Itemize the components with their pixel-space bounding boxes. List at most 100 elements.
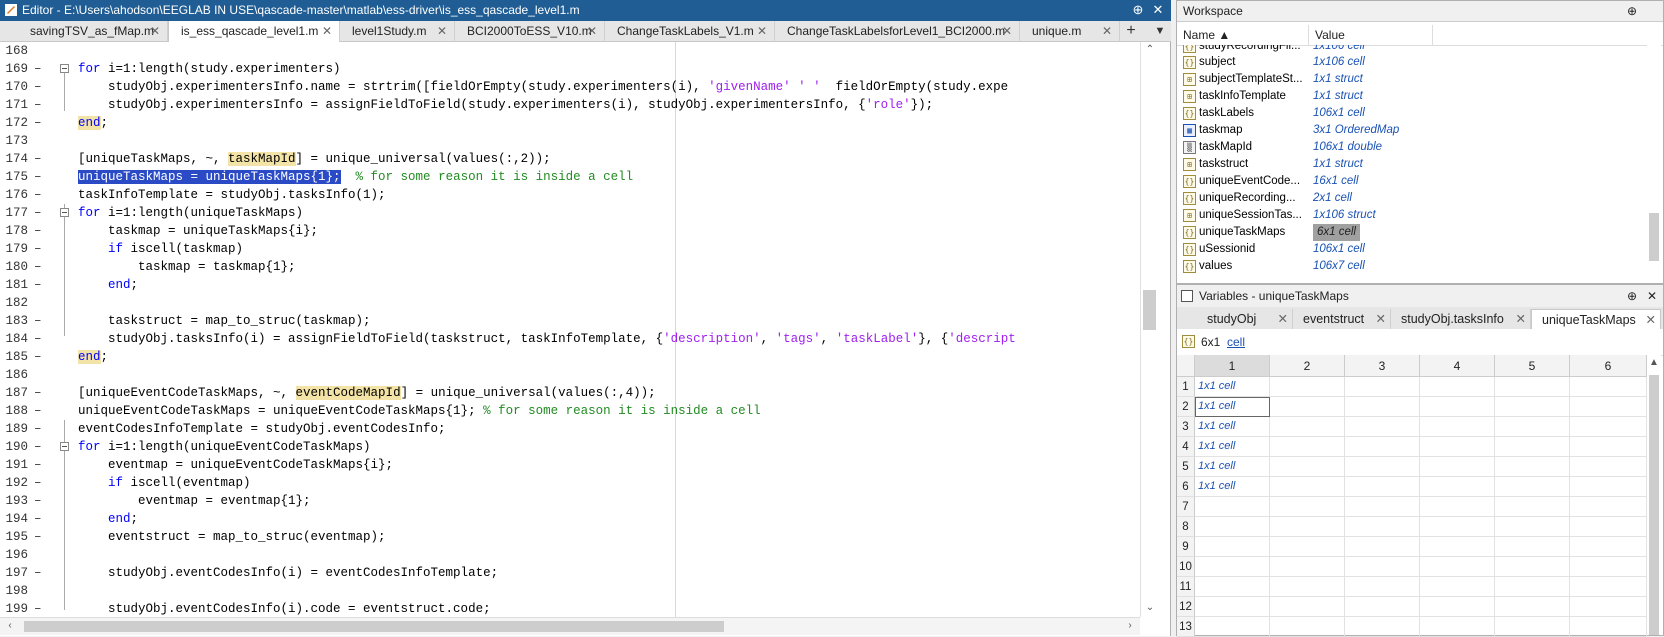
workspace-row[interactable]: {} uSessionid 106x1 cell — [1177, 241, 1647, 258]
row-header[interactable]: 1 — [1177, 377, 1195, 397]
workspace-row[interactable]: ▒ taskMapId 106x1 double — [1177, 139, 1647, 156]
grid-cell[interactable] — [1345, 517, 1420, 537]
tab-eventstruct[interactable]: eventstruct ✕ — [1293, 309, 1391, 329]
grid-cell[interactable] — [1495, 577, 1570, 597]
panel-actions-icon[interactable]: ⊕ — [1627, 1, 1637, 21]
grid-cell[interactable] — [1345, 577, 1420, 597]
close-icon[interactable]: ✕ — [1150, 2, 1166, 18]
row-header[interactable]: 11 — [1177, 577, 1195, 597]
grid-cell[interactable] — [1270, 417, 1345, 437]
code-area[interactable]: 168 169– for i=1:length(study.experimente… — [0, 42, 1140, 617]
workspace-row[interactable]: {} subject 1x106 cell — [1177, 54, 1647, 71]
grid-cell[interactable] — [1570, 417, 1647, 437]
grid-cell[interactable] — [1420, 477, 1495, 497]
tab-studyObj-tasksInfo[interactable]: studyObj.tasksInfo ✕ — [1391, 309, 1531, 329]
workspace-row[interactable]: ⊞ taskInfoTemplate 1x1 struct — [1177, 88, 1647, 105]
row-header[interactable]: 4 — [1177, 437, 1195, 457]
grid-cell[interactable] — [1270, 557, 1345, 577]
grid-cell[interactable] — [1495, 557, 1570, 577]
close-tab-icon[interactable]: ✕ — [1516, 309, 1526, 329]
grid-cell[interactable] — [1270, 577, 1345, 597]
grid-cell[interactable] — [1420, 617, 1495, 637]
row-header[interactable]: 3 — [1177, 417, 1195, 437]
grid-cell[interactable] — [1570, 617, 1647, 637]
grid-cell[interactable] — [1345, 457, 1420, 477]
grid-cell[interactable] — [1570, 377, 1647, 397]
grid-cell[interactable] — [1195, 537, 1270, 557]
add-tab-button[interactable]: + — [1121, 21, 1141, 41]
grid-cell[interactable] — [1495, 497, 1570, 517]
grid-cell[interactable] — [1270, 517, 1345, 537]
tab-unique[interactable]: unique.m ✕ — [1020, 21, 1120, 42]
panel-actions-icon[interactable]: ⊕ — [1130, 2, 1146, 18]
workspace-row[interactable]: {} uniqueEventCode... 16x1 cell — [1177, 173, 1647, 190]
grid-cell[interactable] — [1420, 397, 1495, 417]
editor-horizontal-scrollbar[interactable]: ‹ › — [0, 617, 1140, 635]
scrollbar-thumb[interactable] — [1649, 213, 1659, 261]
grid-cell[interactable]: 1x1 cell — [1195, 437, 1270, 457]
grid-cell[interactable] — [1495, 597, 1570, 617]
row-header[interactable]: 9 — [1177, 537, 1195, 557]
grid-cell[interactable] — [1495, 417, 1570, 437]
grid-cell[interactable] — [1270, 437, 1345, 457]
close-tab-icon[interactable]: ✕ — [1002, 21, 1012, 41]
grid-cell[interactable] — [1420, 537, 1495, 557]
column-header[interactable]: 2 — [1270, 355, 1345, 377]
fold-toggle-icon[interactable] — [60, 208, 69, 217]
grid-cell[interactable]: 1x1 cell — [1195, 457, 1270, 477]
scroll-down-icon[interactable]: ⌄ — [1144, 602, 1156, 614]
grid-cell[interactable] — [1420, 577, 1495, 597]
grid-cell[interactable] — [1195, 617, 1270, 637]
workspace-row[interactable]: ⊞ subjectTemplateSt... 1x1 struct — [1177, 71, 1647, 88]
grid-cell[interactable] — [1195, 557, 1270, 577]
grid-cell[interactable] — [1570, 517, 1647, 537]
grid-cell[interactable] — [1345, 437, 1420, 457]
grid-cell[interactable] — [1495, 537, 1570, 557]
column-header[interactable]: 1 — [1195, 355, 1270, 377]
grid-cell[interactable] — [1345, 397, 1420, 417]
editor-vertical-scrollbar[interactable]: ⌃ ⌄ — [1140, 42, 1159, 617]
grid-cell[interactable] — [1345, 537, 1420, 557]
workspace-scrollbar[interactable] — [1647, 45, 1661, 283]
grid-cell[interactable] — [1420, 377, 1495, 397]
grid-cell[interactable] — [1570, 597, 1647, 617]
scrollbar-thumb[interactable] — [1649, 375, 1659, 635]
grid-cell[interactable] — [1420, 497, 1495, 517]
column-header-value[interactable]: Value — [1309, 25, 1433, 45]
grid-cell[interactable] — [1495, 457, 1570, 477]
grid-cell[interactable] — [1570, 537, 1647, 557]
row-header[interactable]: 12 — [1177, 597, 1195, 617]
panel-actions-icon[interactable]: ⊕ — [1627, 285, 1637, 307]
close-tab-icon[interactable]: ✕ — [322, 21, 332, 41]
grid-cell[interactable] — [1270, 377, 1345, 397]
row-header[interactable]: 13 — [1177, 617, 1195, 637]
workspace-row-selected[interactable]: {} uniqueTaskMaps 6x1 cell — [1177, 224, 1647, 241]
scroll-right-icon[interactable]: › — [1124, 620, 1136, 632]
column-header[interactable]: 3 — [1345, 355, 1420, 377]
grid-cell[interactable] — [1195, 517, 1270, 537]
row-header[interactable]: 2 — [1177, 397, 1195, 417]
scroll-up-icon[interactable]: ▲ — [1648, 357, 1660, 369]
row-header[interactable]: 10 — [1177, 557, 1195, 577]
grid-cell[interactable] — [1570, 457, 1647, 477]
grid-cell[interactable] — [1270, 397, 1345, 417]
grid-cell[interactable] — [1570, 477, 1647, 497]
grid-cell[interactable] — [1420, 457, 1495, 477]
column-header-name[interactable]: Name ▲ — [1177, 25, 1309, 45]
grid-cell[interactable] — [1570, 577, 1647, 597]
grid-cell[interactable] — [1345, 557, 1420, 577]
grid-cell[interactable] — [1345, 377, 1420, 397]
grid-cell[interactable] — [1495, 517, 1570, 537]
close-tab-icon[interactable]: ✕ — [1646, 310, 1656, 330]
close-tab-icon[interactable]: ✕ — [437, 21, 447, 41]
workspace-row[interactable]: ⊞ uniqueSessionTas... 1x106 struct — [1177, 207, 1647, 224]
tab-level1Study[interactable]: level1Study.m ✕ — [340, 21, 455, 42]
variables-scrollbar[interactable]: ▲ — [1647, 355, 1661, 635]
workspace-row[interactable]: ⊞ taskstruct 1x1 struct — [1177, 156, 1647, 173]
grid-cell[interactable] — [1420, 557, 1495, 577]
grid-cell[interactable] — [1495, 477, 1570, 497]
row-header[interactable]: 7 — [1177, 497, 1195, 517]
grid-cell[interactable] — [1345, 417, 1420, 437]
tab-BCI2000ToESS[interactable]: BCI2000ToESS_V10.m ✕ — [455, 21, 605, 42]
grid-cell[interactable] — [1345, 497, 1420, 517]
